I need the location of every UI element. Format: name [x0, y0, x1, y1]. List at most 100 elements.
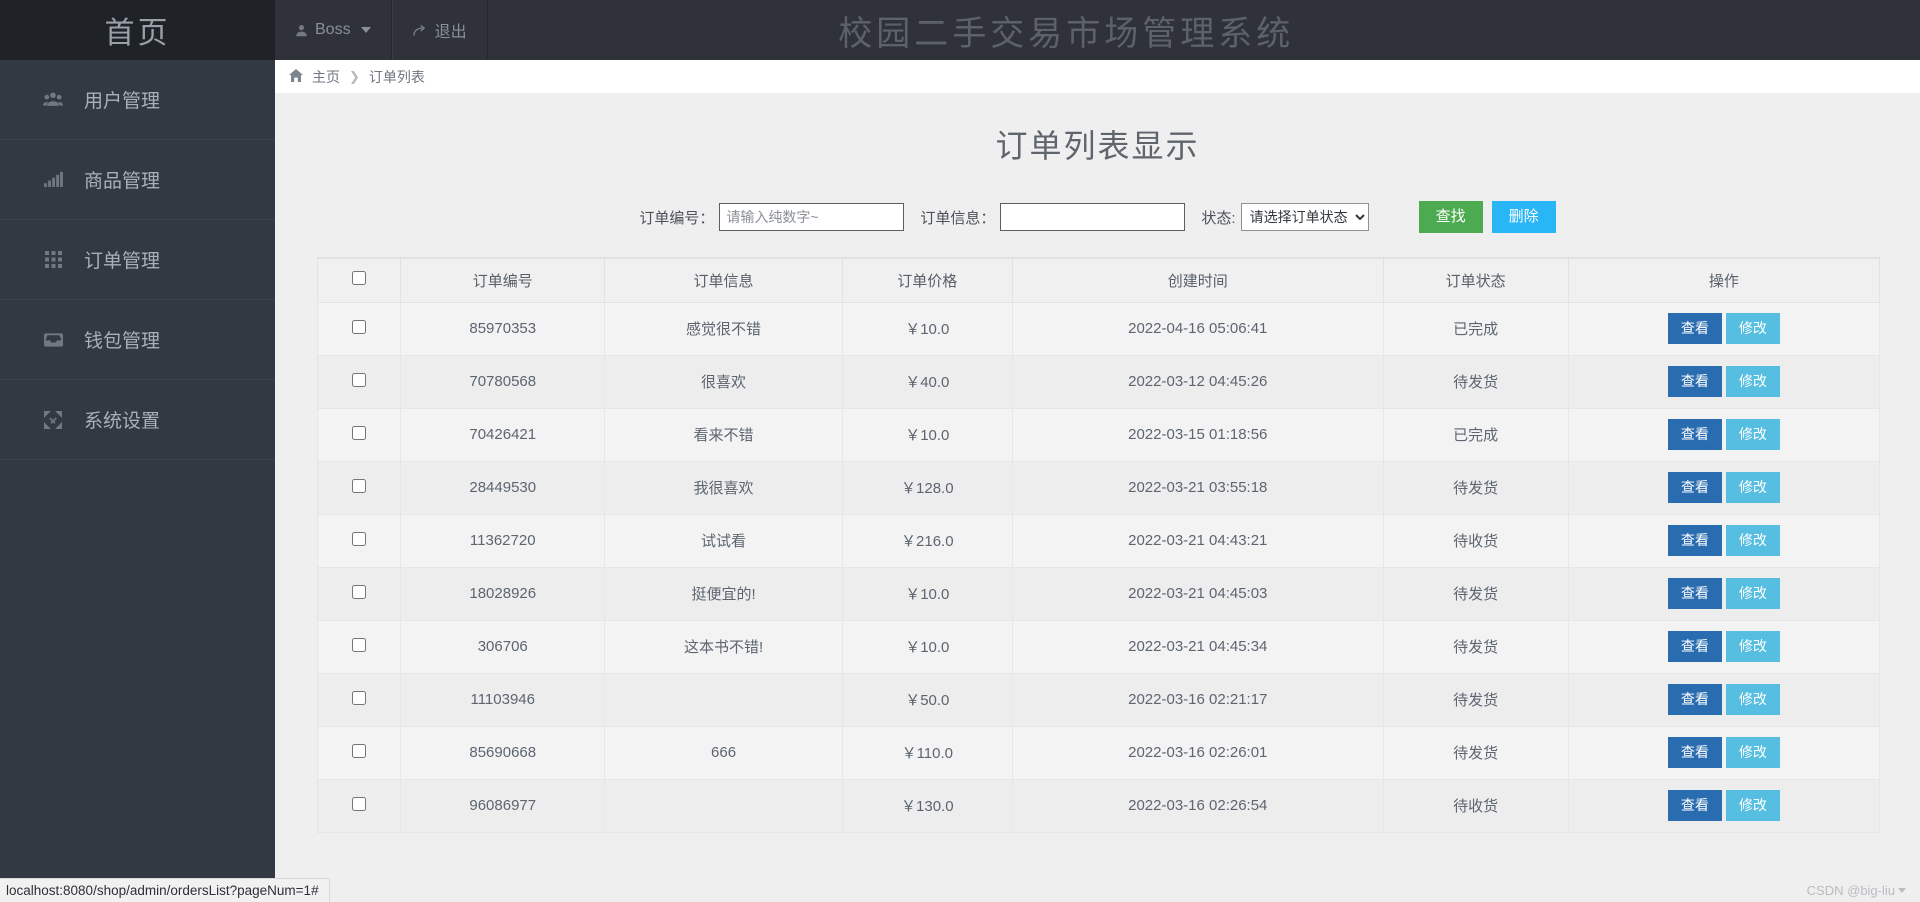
view-button[interactable]: 查看 [1668, 684, 1722, 715]
cell-order-no: 70780568 [400, 355, 605, 408]
row-checkbox[interactable] [352, 744, 366, 758]
row-checkbox[interactable] [352, 797, 366, 811]
row-checkbox[interactable] [352, 585, 366, 599]
sidebar-item-user-management[interactable]: 用户管理 [0, 60, 275, 140]
order-no-input[interactable] [719, 203, 904, 231]
cell-order-price: ￥130.0 [842, 779, 1012, 832]
cell-order-info: 试试看 [605, 514, 842, 567]
view-button[interactable]: 查看 [1668, 419, 1722, 450]
row-select-cell [318, 514, 401, 567]
row-action-group: 查看修改 [1569, 525, 1879, 556]
cell-order-no: 11103946 [400, 673, 605, 726]
status-bar-url: localhost:8080/shop/admin/ordersList?pag… [0, 878, 330, 902]
bar-chart-icon [42, 172, 64, 187]
row-action-group: 查看修改 [1569, 366, 1879, 397]
edit-button[interactable]: 修改 [1726, 313, 1780, 344]
cell-order-no: 85970353 [400, 302, 605, 355]
watermark-caret-icon [1898, 888, 1906, 893]
status-bar-url-text: localhost:8080/shop/admin/ordersList?pag… [6, 883, 319, 898]
header-order-status: 订单状态 [1383, 258, 1568, 302]
edit-button[interactable]: 修改 [1726, 366, 1780, 397]
user-menu-button[interactable]: Boss [275, 0, 392, 60]
view-button[interactable]: 查看 [1668, 790, 1722, 821]
cell-create-time: 2022-03-12 04:45:26 [1013, 355, 1383, 408]
cell-actions: 查看修改 [1568, 567, 1879, 620]
edit-button[interactable]: 修改 [1726, 631, 1780, 662]
row-action-group: 查看修改 [1569, 684, 1879, 715]
inbox-icon [42, 332, 64, 347]
row-action-group: 查看修改 [1569, 472, 1879, 503]
select-all-checkbox[interactable] [352, 271, 366, 285]
sidebar-item-product-management[interactable]: 商品管理 [0, 140, 275, 220]
search-button[interactable]: 查找 [1419, 201, 1483, 233]
row-action-group: 查看修改 [1569, 419, 1879, 450]
row-select-cell [318, 673, 401, 726]
user-menu-label: Boss [315, 21, 351, 39]
row-checkbox[interactable] [352, 691, 366, 705]
row-checkbox[interactable] [352, 638, 366, 652]
table-row: 85970353感觉很不错￥10.02022-04-16 05:06:41已完成… [318, 302, 1880, 355]
edit-button[interactable]: 修改 [1726, 419, 1780, 450]
cell-create-time: 2022-03-16 02:26:54 [1013, 779, 1383, 832]
sidebar-item-order-management[interactable]: 订单管理 [0, 220, 275, 300]
row-action-group: 查看修改 [1569, 578, 1879, 609]
edit-button[interactable]: 修改 [1726, 472, 1780, 503]
row-action-group: 查看修改 [1569, 631, 1879, 662]
view-button[interactable]: 查看 [1668, 737, 1722, 768]
logout-arrow-icon [413, 24, 428, 37]
edit-button[interactable]: 修改 [1726, 525, 1780, 556]
brand-home-link[interactable]: 首页 [0, 0, 275, 60]
table-head: 订单编号 订单信息 订单价格 创建时间 订单状态 操作 [318, 258, 1880, 302]
row-select-cell [318, 461, 401, 514]
sidebar-item-wallet-management[interactable]: 钱包管理 [0, 300, 275, 380]
edit-button[interactable]: 修改 [1726, 737, 1780, 768]
logout-button[interactable]: 退出 [392, 0, 488, 60]
row-select-cell [318, 779, 401, 832]
order-info-input[interactable] [1000, 203, 1185, 231]
view-button[interactable]: 查看 [1668, 631, 1722, 662]
delete-button[interactable]: 删除 [1492, 201, 1556, 233]
sidebar-item-label: 商品管理 [84, 166, 160, 193]
cell-order-info: 感觉很不错 [605, 302, 842, 355]
sidebar-item-label: 系统设置 [84, 406, 160, 433]
order-no-label: 订单编号： [639, 207, 714, 228]
order-info-label: 订单信息： [920, 207, 995, 228]
row-checkbox[interactable] [352, 532, 366, 546]
sidebar: 用户管理 商品管理 订单管理 [0, 60, 275, 902]
cell-order-price: ￥10.0 [842, 567, 1012, 620]
status-badge: 待收货 [1383, 779, 1568, 832]
edit-button[interactable]: 修改 [1726, 790, 1780, 821]
view-button[interactable]: 查看 [1668, 578, 1722, 609]
breadcrumb-home[interactable]: 主页 [312, 67, 340, 87]
view-button[interactable]: 查看 [1668, 313, 1722, 344]
view-button[interactable]: 查看 [1668, 366, 1722, 397]
row-action-group: 查看修改 [1569, 737, 1879, 768]
main-content: 主页 ❯ 订单列表 订单列表显示 订单编号： 订单信息： 状态: 请选择订单状态… [275, 60, 1920, 902]
view-button[interactable]: 查看 [1668, 472, 1722, 503]
cell-order-info: 看来不错 [605, 408, 842, 461]
edit-button[interactable]: 修改 [1726, 578, 1780, 609]
status-select[interactable]: 请选择订单状态待发货待收货已完成 [1241, 203, 1369, 231]
app-root: 首页 Boss 退出 [0, 0, 1920, 902]
cell-order-price: ￥50.0 [842, 673, 1012, 726]
sidebar-item-system-settings[interactable]: 系统设置 [0, 380, 275, 460]
cell-order-info [605, 779, 842, 832]
row-checkbox[interactable] [352, 373, 366, 387]
status-label: 状态: [1201, 207, 1235, 228]
row-checkbox[interactable] [352, 320, 366, 334]
select-all-header [318, 258, 401, 302]
logout-label: 退出 [435, 18, 467, 42]
breadcrumb: 主页 ❯ 订单列表 [275, 60, 1920, 93]
cell-order-no: 85690668 [400, 726, 605, 779]
view-button[interactable]: 查看 [1668, 525, 1722, 556]
cell-order-info [605, 673, 842, 726]
cell-order-no: 96086977 [400, 779, 605, 832]
status-badge: 待发货 [1383, 461, 1568, 514]
row-checkbox[interactable] [352, 426, 366, 440]
header-order-no: 订单编号 [400, 258, 605, 302]
row-select-cell [318, 302, 401, 355]
edit-button[interactable]: 修改 [1726, 684, 1780, 715]
row-checkbox[interactable] [352, 479, 366, 493]
cell-order-info: 很喜欢 [605, 355, 842, 408]
cell-actions: 查看修改 [1568, 779, 1879, 832]
